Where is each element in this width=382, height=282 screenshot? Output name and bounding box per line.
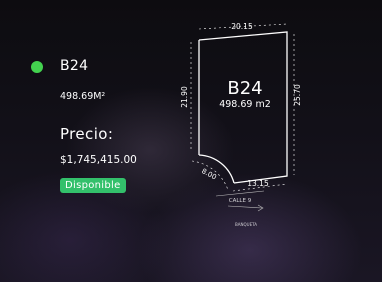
sidewalk-label: BANQUETA	[235, 222, 257, 227]
street-arrow	[227, 205, 263, 209]
dim-arc-label: 8.00	[200, 167, 218, 181]
street-label: CALLE 9	[229, 198, 252, 204]
plan-lot-area: 498.69 m2	[219, 99, 271, 110]
lot-plan: 20.15 25.70 21.90 13.15 8.00 B24 498.69 …	[180, 22, 302, 227]
street-line	[215, 190, 265, 197]
plan-lot-title: B24	[227, 78, 262, 99]
dim-right-label: 25.70	[293, 84, 302, 106]
lot-detail-view: B24 498.69M² Precio: $1,745,415.00 Dispo…	[0, 0, 382, 282]
dim-top-label: 20.15	[231, 22, 253, 31]
dim-left-label: 21.90	[180, 86, 189, 108]
dim-bottom-label: 13.15	[247, 179, 269, 188]
